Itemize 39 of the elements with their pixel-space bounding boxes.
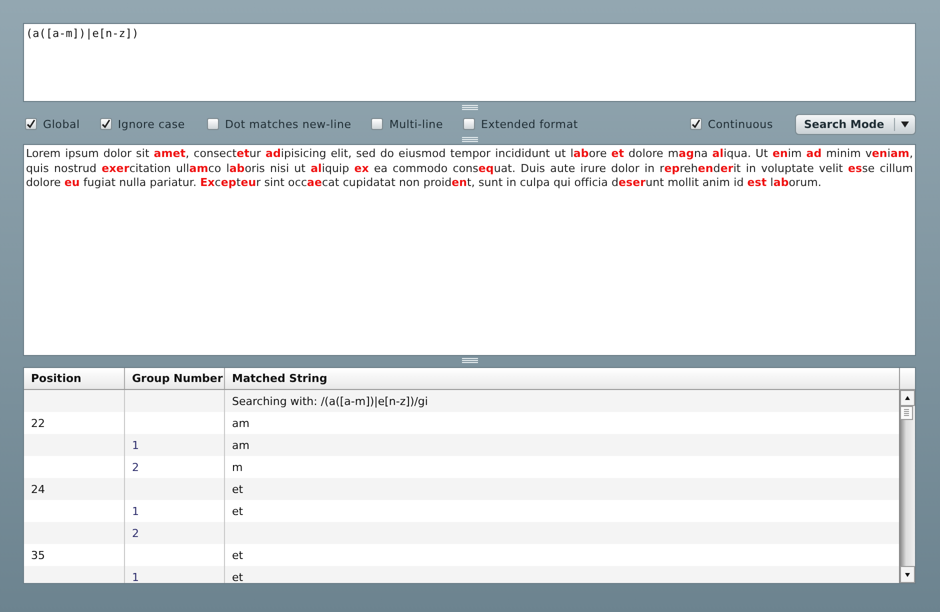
splitter-grip-icon[interactable]: [462, 137, 478, 143]
table-cell: 1: [132, 571, 139, 583]
table-cell: am: [232, 417, 250, 430]
table-cell: Searching with: /(a([a-m])|e[n-z])/gi: [232, 395, 428, 408]
table-cell: 1: [132, 505, 139, 518]
table-cell: 1: [132, 439, 139, 452]
table-cell: et: [232, 549, 244, 562]
table-cell: am: [232, 439, 250, 452]
checkbox[interactable]: [25, 118, 37, 130]
table-cell: et: [232, 505, 244, 518]
column-header[interactable]: Matched String: [225, 368, 899, 389]
option-label: Global: [43, 118, 80, 130]
option-label: Dot matches new-line: [224, 118, 352, 130]
scrollbar[interactable]: [899, 390, 915, 583]
splitter-grip-icon[interactable]: [462, 105, 478, 111]
checkbox[interactable]: [463, 118, 476, 130]
table-cell: et: [232, 483, 244, 496]
table-cell: 2: [132, 461, 139, 474]
option-label: Continuous: [708, 118, 773, 130]
checkbox[interactable]: [371, 118, 384, 130]
table-cell: 2: [132, 527, 139, 540]
option-label: Multi-line: [389, 118, 444, 130]
checkbox[interactable]: [690, 118, 702, 130]
checkbox[interactable]: [100, 118, 112, 130]
column-header[interactable]: Position: [24, 368, 125, 389]
table-cell: m: [232, 461, 243, 474]
table-cell: et: [232, 571, 244, 583]
table-cell: 35: [31, 549, 45, 562]
option-label: Ignore case: [118, 118, 185, 130]
checkbox[interactable]: [206, 118, 219, 130]
sample-text: Lorem ipsum dolor sit amet, consectetur adipisicing elit, sed do eiusmod tempor incididunt ut labore et dolore magna aliqua. Ut enim ad minim veniam, quis nostrud exercitation ullamco laboris nisi ut aliquip ex ea commodo consequat. Duis aute irure dolor in reprehenderit in voluptate velit esse cillum dolore eu fugiat nulla pariatur. Excepteur sint occaecat cupidatat non proident, sunt in culpa qui officia deserunt mollit anim id est laborum.: [26, 147, 913, 190]
splitter-grip-icon[interactable]: [462, 358, 478, 364]
pattern-field[interactable]: (a([a-m])|e[n-z]): [23, 23, 916, 102]
column-header[interactable]: Group Number: [125, 368, 225, 389]
search-mode-dropdown[interactable]: Search Mode: [795, 114, 916, 134]
table-cell: 22: [31, 417, 45, 430]
option-label: Extended format: [481, 118, 578, 130]
table-cell: 24: [31, 483, 45, 496]
text-area[interactable]: [23, 144, 916, 356]
